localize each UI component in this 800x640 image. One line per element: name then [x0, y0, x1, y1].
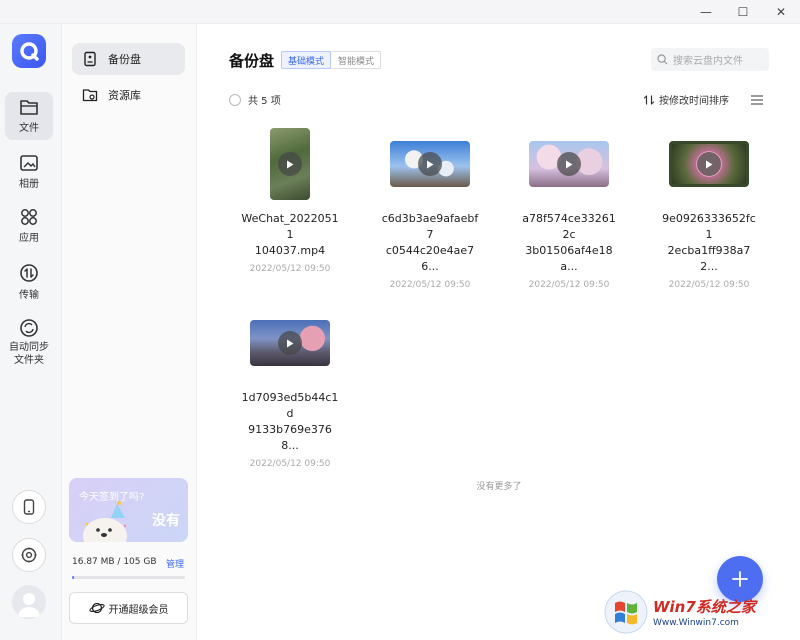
close-button[interactable]: ✕ — [763, 0, 799, 24]
user-avatar-icon — [12, 585, 46, 619]
file-date: 2022/05/12 09:50 — [509, 280, 629, 290]
sidebar-item-library[interactable]: 资源库 — [72, 79, 185, 111]
no-more-text: 没有更多了 — [198, 479, 800, 492]
item-count: 共 5 项 — [248, 92, 281, 107]
search-placeholder: 搜索云盘内文件 — [673, 52, 743, 67]
file-item[interactable]: 9e0926333652fc1 2ecba1ff938a72... 2022/0… — [649, 127, 769, 290]
file-item[interactable]: c6d3b3ae9afaebf7 c0544c20e4ae76... 2022/… — [370, 127, 490, 290]
apps-icon — [19, 208, 39, 226]
video-thumbnail — [669, 141, 749, 187]
vip-button[interactable]: 开通超级会员 — [69, 592, 188, 624]
backup-drive-icon — [82, 51, 98, 67]
play-icon — [697, 152, 721, 176]
seal-mascot-icon — [79, 500, 139, 542]
library-folder-icon — [82, 87, 98, 103]
file-name: WeChat_20220511 104037.mp4 — [240, 211, 340, 259]
mode-basic-tab[interactable]: 基础模式 — [281, 51, 331, 69]
rail-item-files[interactable]: 文件 — [5, 92, 53, 140]
plus-icon — [732, 571, 748, 587]
nav-rail: 文件 相册 应用 传输 自动同步 文件夹 — [0, 24, 62, 640]
play-icon — [418, 152, 442, 176]
site-watermark: Win7系统之家 Www.Winwin7.com — [603, 586, 799, 638]
title-bar: — ☐ ✕ — [0, 0, 800, 24]
folder-icon — [19, 98, 39, 116]
rail-item-label: 应用 — [19, 229, 39, 244]
planet-icon — [89, 601, 105, 615]
file-item[interactable]: WeChat_20220511 104037.mp4 2022/05/12 09… — [230, 127, 350, 274]
list-view-icon[interactable] — [750, 94, 764, 106]
rail-item-sync-folder[interactable]: 自动同步 文件夹 — [5, 314, 53, 370]
sort-icon — [643, 94, 655, 106]
play-icon — [557, 152, 581, 176]
storage-bar-fill — [72, 576, 74, 579]
file-item[interactable]: a78f574ce332612c 3b01506af4e18a... 2022/… — [509, 127, 629, 290]
rail-item-label: 文件 — [19, 119, 39, 134]
album-icon — [19, 154, 39, 172]
select-all-checkbox[interactable] — [229, 94, 241, 106]
rail-item-label: 自动同步 文件夹 — [9, 341, 49, 367]
sidebar-item-label: 资源库 — [108, 87, 141, 103]
phone-icon — [23, 499, 35, 515]
file-name: a78f574ce332612c 3b01506af4e18a... — [519, 211, 619, 275]
main-panel: 备份盘 基础模式 智能模式 搜索云盘内文件 共 5 项 按修改时间排序 — [198, 24, 800, 640]
minimize-button[interactable]: — — [688, 0, 724, 24]
cloud-logo-icon — [18, 40, 40, 62]
sidebar-item-backup[interactable]: 备份盘 — [72, 43, 185, 75]
vip-button-label: 开通超级会员 — [109, 601, 169, 616]
settings-button[interactable] — [12, 538, 46, 572]
video-thumbnail — [390, 141, 470, 187]
video-thumbnail — [529, 141, 609, 187]
file-name: c6d3b3ae9afaebf7 c0544c20e4ae76... — [380, 211, 480, 275]
phone-button[interactable] — [12, 490, 46, 524]
file-date: 2022/05/12 09:50 — [230, 459, 350, 469]
rail-item-label: 相册 — [19, 175, 39, 190]
checkin-promo-card[interactable]: 今天签到了吗? 没有 — [69, 478, 188, 542]
file-date: 2022/05/12 09:50 — [370, 280, 490, 290]
watermark-brand: Win7系统之家 — [653, 596, 756, 617]
select-all-row: 共 5 项 — [229, 92, 281, 107]
search-icon — [657, 54, 668, 65]
promo-badge: 没有 — [152, 510, 180, 530]
storage-usage: 16.87 MB / 105 GB — [72, 557, 157, 567]
sidebar: 备份盘 资源库 今天签到了吗? 没有 16.87 MB / 105 GB 管理 — [62, 24, 197, 640]
avatar[interactable] — [12, 585, 46, 619]
transfer-icon — [19, 263, 39, 283]
file-name: 1d7093ed5b44c1d 9133b769e3768... — [240, 390, 340, 454]
settings-icon — [20, 546, 38, 564]
rail-item-apps[interactable]: 应用 — [5, 204, 53, 248]
mode-smart-tab[interactable]: 智能模式 — [332, 51, 381, 69]
app-logo — [12, 34, 46, 68]
watermark-url: Www.Winwin7.com — [653, 618, 756, 628]
maximize-button[interactable]: ☐ — [725, 0, 761, 24]
windows-logo-icon — [603, 589, 649, 635]
sync-folder-icon — [19, 318, 39, 338]
sort-button[interactable]: 按修改时间排序 — [643, 92, 729, 107]
sort-label: 按修改时间排序 — [659, 92, 729, 107]
video-thumbnail — [250, 320, 330, 366]
file-date: 2022/05/12 09:50 — [649, 280, 769, 290]
sidebar-item-label: 备份盘 — [108, 51, 141, 67]
file-date: 2022/05/12 09:50 — [230, 264, 350, 274]
storage-bar — [72, 576, 185, 579]
page-title: 备份盘 — [229, 50, 274, 71]
file-name: 9e0926333652fc1 2ecba1ff938a72... — [659, 211, 759, 275]
search-input[interactable]: 搜索云盘内文件 — [651, 48, 769, 71]
play-icon — [278, 331, 302, 355]
manage-storage-link[interactable]: 管理 — [166, 557, 184, 570]
rail-item-album[interactable]: 相册 — [5, 150, 53, 194]
rail-item-transfer[interactable]: 传输 — [5, 260, 53, 304]
play-icon — [278, 152, 302, 176]
rail-item-label: 传输 — [19, 286, 39, 301]
video-thumbnail — [270, 128, 310, 200]
file-item[interactable]: 1d7093ed5b44c1d 9133b769e3768... 2022/05… — [230, 306, 350, 469]
